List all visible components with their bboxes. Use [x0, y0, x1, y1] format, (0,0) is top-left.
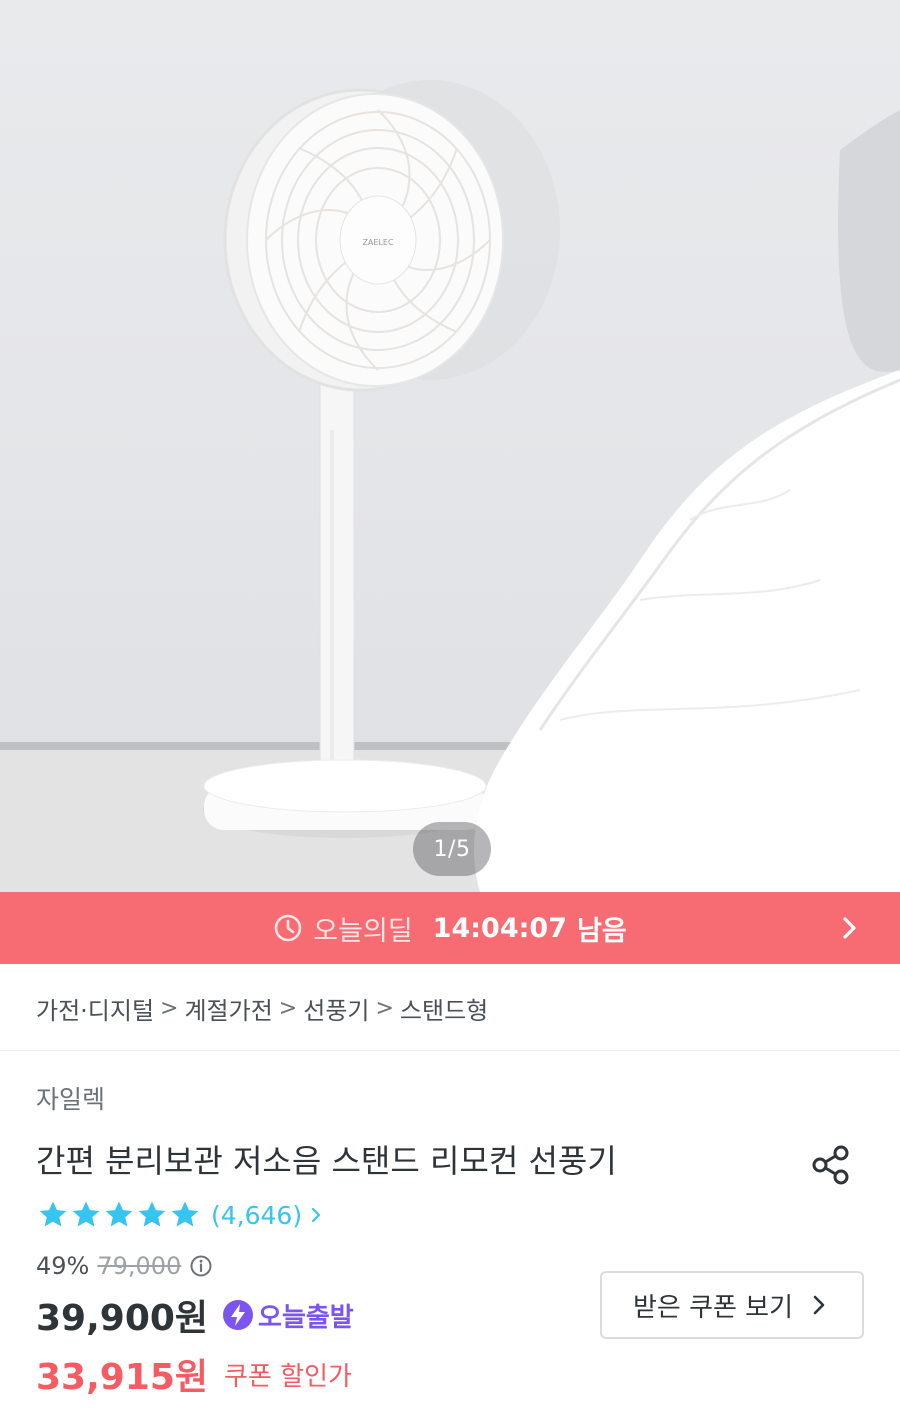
review-count-link[interactable]: (4,646) [211, 1201, 302, 1230]
share-icon[interactable] [806, 1140, 856, 1190]
clock-icon [274, 914, 302, 942]
discount-percent: 49% [36, 1252, 90, 1280]
product-photo: ZAELEC [0, 80, 900, 892]
star-icon [171, 1201, 199, 1227]
view-coupons-label: 받은 쿠폰 보기 [632, 1292, 794, 1323]
breadcrumb-separator: > [278, 995, 298, 1021]
view-coupons-button[interactable]: 받은 쿠폰 보기 [600, 1271, 864, 1339]
star-icon [138, 1201, 166, 1227]
fan-brand-mark: ZAELEC [362, 238, 394, 247]
product-title: 간편 분리보관 저소음 스탠드 리모컨 선풍기 [36, 1142, 617, 1180]
breadcrumb-item[interactable]: 선풍기 [303, 991, 369, 1026]
coupon-discount-price: 33,915원 [36, 1357, 209, 1398]
deal-countdown: 14:04:07 [432, 912, 567, 944]
coupon-price-row: 33,915원 쿠폰 할인가 [36, 1350, 352, 1398]
deal-label: 오늘의딜 [313, 915, 413, 947]
todays-deal-banner[interactable]: 오늘의딜 14:04:07 남음 [0, 892, 900, 964]
star-icon [105, 1201, 133, 1227]
breadcrumb: 가전·디지털 > 계절가전 > 선풍기 > 스탠드형 [36, 986, 488, 1030]
discount-row: 49% 79,000 [36, 1248, 213, 1284]
divider [0, 1050, 900, 1051]
chevron-right-icon [813, 1295, 825, 1315]
star-icon [39, 1201, 67, 1227]
sale-price: 39,900원 [36, 1298, 209, 1339]
today-departure-badge: 오늘출발 [258, 1302, 354, 1333]
info-icon[interactable] [189, 1254, 213, 1278]
breadcrumb-separator: > [375, 995, 394, 1021]
star-rating [36, 1198, 201, 1232]
price-row: 39,900원 오늘출발 [36, 1290, 354, 1340]
deal-remaining-label: 남음 [577, 915, 627, 947]
breadcrumb-item[interactable]: 스탠드형 [400, 991, 488, 1026]
product-image-gallery[interactable]: ZAELEC 1/5 [0, 0, 900, 892]
lightning-bolt-icon [223, 1300, 254, 1330]
brand-name[interactable]: 자일렉 [36, 1080, 105, 1116]
original-price: 79,000 [97, 1252, 182, 1280]
breadcrumb-item[interactable]: 가전·디지털 [36, 991, 154, 1026]
chevron-right-icon[interactable] [834, 913, 864, 943]
star-icon [72, 1201, 100, 1227]
rating-row[interactable]: (4,646) [36, 1196, 326, 1234]
breadcrumb-separator: > [160, 995, 179, 1021]
breadcrumb-item[interactable]: 계절가전 [184, 991, 272, 1026]
coupon-discount-label: 쿠폰 할인가 [224, 1361, 352, 1392]
image-counter: 1/5 [413, 822, 491, 876]
chevron-right-icon [311, 1207, 321, 1223]
